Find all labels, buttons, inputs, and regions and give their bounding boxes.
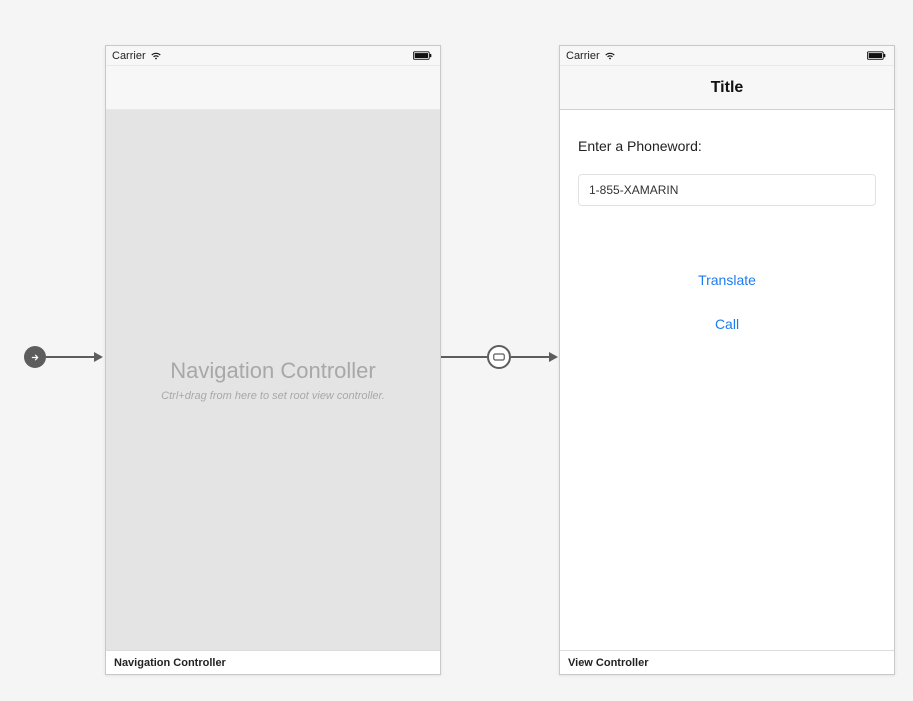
phoneword-label: Enter a Phoneword: — [578, 138, 876, 154]
wifi-icon — [150, 51, 162, 61]
segue-node[interactable] — [487, 345, 511, 369]
carrier-label: Carrier — [566, 50, 600, 62]
nav-title: Title — [711, 79, 744, 97]
status-bar: Carrier — [560, 46, 894, 66]
view-controller-scene[interactable]: Carrier Title Enter a Phoneword: Transla… — [559, 45, 895, 675]
navigation-controller-scene[interactable]: Carrier Navigation Controller Ctrl+drag … — [105, 45, 441, 675]
segue-line-right — [511, 350, 559, 364]
scene-footer-label: View Controller — [568, 657, 648, 669]
translate-button[interactable]: Translate — [578, 264, 876, 296]
placeholder-subtitle: Ctrl+drag from here to set root view con… — [161, 390, 385, 402]
wifi-icon — [604, 51, 616, 61]
navigation-content-placeholder: Navigation Controller Ctrl+drag from her… — [106, 110, 440, 650]
battery-icon — [412, 51, 434, 61]
storyboard-entry-point[interactable] — [24, 346, 46, 368]
view-content: Enter a Phoneword: Translate Call — [560, 110, 894, 650]
carrier-label: Carrier — [112, 50, 146, 62]
navigation-bar — [106, 66, 440, 110]
entry-arrow-line — [46, 356, 104, 359]
entry-arrow-icon — [30, 352, 41, 363]
call-button[interactable]: Call — [578, 308, 876, 340]
placeholder-title: Navigation Controller — [170, 358, 375, 384]
navigation-bar: Title — [560, 66, 894, 110]
segue-root-icon — [493, 353, 505, 361]
phoneword-input[interactable] — [578, 174, 876, 206]
scene-footer-label: Navigation Controller — [114, 657, 226, 669]
status-bar: Carrier — [106, 46, 440, 66]
scene-footer[interactable]: View Controller — [560, 650, 894, 674]
scene-footer[interactable]: Navigation Controller — [106, 650, 440, 674]
segue-line-left — [441, 356, 488, 358]
battery-icon — [866, 51, 888, 61]
